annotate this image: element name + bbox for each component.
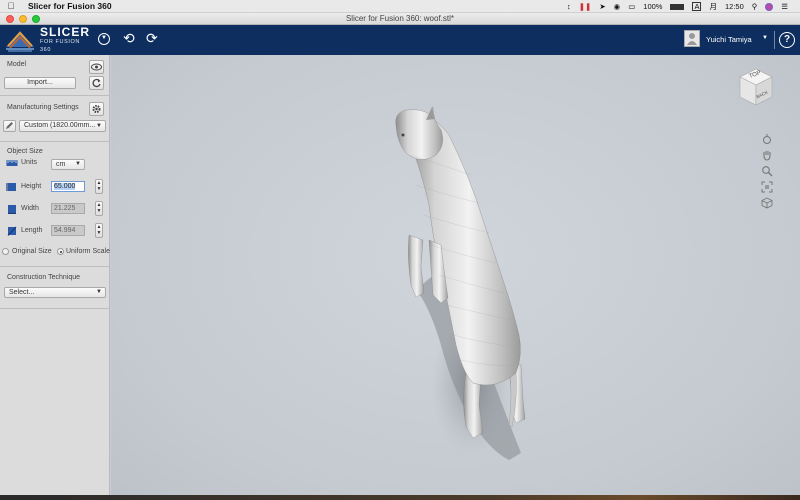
input-source-indicator[interactable]: A <box>692 2 702 11</box>
machine-profile-value: Custom (1820.00mm... <box>24 122 96 129</box>
panel-divider <box>0 308 110 309</box>
view-cube-toggle-icon[interactable] <box>761 197 773 209</box>
width-dimension-icon <box>8 205 16 214</box>
battery-icon[interactable] <box>670 3 685 10</box>
menu-status-area: ↕ ❚❚ ➤ ◉ ▭ 100% A 月 12:50 ⚲ ☰ <box>567 0 800 13</box>
units-label: Units <box>21 159 37 166</box>
pan-hand-icon[interactable] <box>761 149 773 161</box>
pause-status-icon[interactable]: ❚❚ <box>579 2 592 11</box>
manufacturing-section: Manufacturing Settings Custom (1820.00mm… <box>0 96 110 139</box>
edit-pencil-button[interactable] <box>3 120 16 132</box>
height-label: Height <box>21 183 42 190</box>
view-cube[interactable]: TOP BACK <box>736 67 776 107</box>
wifi-icon[interactable]: ◉ <box>614 2 621 11</box>
chevron-down-icon: ▼ <box>96 289 102 295</box>
app-header: SLICER FOR FUSION 360 ▼ ⟲ ⟳ Yuichi Tamiy… <box>0 25 800 55</box>
redo-icon[interactable]: ⟳ <box>146 30 158 47</box>
model-section: Model Import... <box>0 55 110 95</box>
location-status-icon[interactable]: ➤ <box>599 2 605 11</box>
help-button[interactable]: ? <box>779 32 795 48</box>
length-stepper[interactable]: ▲ ▼ <box>95 223 103 238</box>
original-size-radio[interactable] <box>2 248 9 255</box>
menu-date[interactable]: 月 <box>709 1 717 12</box>
macos-menu-bar:  Slicer for Fusion 360 ↕ ❚❚ ➤ ◉ ▭ 100% … <box>0 0 800 13</box>
user-menu-caret-icon[interactable]: ▼ <box>762 35 768 41</box>
fit-view-icon[interactable] <box>761 181 773 193</box>
units-select[interactable]: cm ▼ <box>51 159 85 170</box>
manufacturing-label: Manufacturing Settings <box>7 104 79 111</box>
object-size-section: Object Size Units cm ▼ Height 65.000 ▲ ▼ … <box>0 142 110 266</box>
width-value: 21.225 <box>54 205 76 212</box>
3d-viewport[interactable]: TOP BACK <box>111 55 800 500</box>
ruler-icon <box>6 160 18 166</box>
apple-menu-icon[interactable]:  <box>0 1 22 11</box>
construction-technique-select[interactable]: Select... ▼ <box>4 287 106 298</box>
chevron-down-icon: ▼ <box>75 161 81 167</box>
length-dimension-icon <box>7 226 17 236</box>
visibility-toggle-button[interactable] <box>89 60 104 74</box>
header-divider <box>774 31 775 49</box>
dock-edge-strip <box>0 495 800 500</box>
width-stepper[interactable]: ▲ ▼ <box>95 201 103 216</box>
manufacturing-settings-gear-button[interactable] <box>89 102 104 116</box>
window-title-bar: Slicer for Fusion 360: woof.stl* <box>0 13 800 25</box>
user-name[interactable]: Yuichi Tamiya <box>706 35 752 44</box>
length-value: 54.994 <box>54 227 76 234</box>
app-menu-name[interactable]: Slicer for Fusion 360 <box>28 1 112 11</box>
height-stepper[interactable]: ▲ ▼ <box>95 179 103 194</box>
import-button[interactable]: Import... <box>4 77 76 89</box>
window-title: Slicer for Fusion 360: woof.stl* <box>345 14 455 23</box>
construction-technique-value: Select... <box>9 289 35 296</box>
length-label: Length <box>21 227 43 234</box>
height-input[interactable]: 65.000 <box>51 181 85 192</box>
slicer-logo-text: SLICER FOR FUSION 360 <box>40 26 92 54</box>
dog-model[interactable] <box>111 55 800 500</box>
original-size-label[interactable]: Original Size <box>12 248 52 255</box>
uniform-scale-label[interactable]: Uniform Scale <box>66 248 110 255</box>
upload-status-icon[interactable]: ↕ <box>567 2 571 11</box>
model-head <box>395 106 443 160</box>
length-input[interactable]: 54.994 <box>51 225 85 236</box>
app-menu-dropdown-icon[interactable]: ▼ <box>98 33 110 45</box>
airplay-icon[interactable]: ▭ <box>628 2 635 11</box>
spotlight-icon[interactable]: ⚲ <box>752 2 758 11</box>
machine-profile-select[interactable]: Custom (1820.00mm... ▼ <box>19 120 106 132</box>
height-dimension-icon <box>6 183 16 191</box>
view-navigation-toolbar <box>759 133 775 215</box>
units-value: cm <box>56 161 66 168</box>
chevron-down-icon: ▼ <box>96 123 102 129</box>
object-size-label: Object Size <box>7 148 43 155</box>
construction-section: Construction Technique Select... ▼ <box>0 267 110 307</box>
uniform-scale-radio[interactable] <box>57 248 64 255</box>
construction-label: Construction Technique <box>7 274 81 281</box>
slicer-logo: SLICER FOR FUSION 360 <box>4 26 92 54</box>
logo-line1: SLICER <box>40 25 91 39</box>
model-label: Model <box>7 61 27 68</box>
user-avatar[interactable] <box>684 30 700 47</box>
menu-time[interactable]: 12:50 <box>725 2 744 11</box>
settings-panel: Model Import... Manufacturing Settings C… <box>0 55 110 500</box>
model-eye <box>401 133 405 137</box>
notification-center-icon[interactable]: ☰ <box>781 2 788 11</box>
slicer-logo-mark-icon <box>4 27 36 53</box>
siri-icon[interactable] <box>765 2 774 11</box>
model-front-leg-left <box>408 234 425 298</box>
battery-percent[interactable]: 100% <box>643 2 662 11</box>
refresh-button[interactable] <box>89 76 104 90</box>
logo-line2: FOR FUSION 360 <box>40 39 80 53</box>
orbit-icon[interactable] <box>761 133 773 145</box>
width-input[interactable]: 21.225 <box>51 203 85 214</box>
width-label: Width <box>21 205 39 212</box>
zoom-magnifier-icon[interactable] <box>761 165 773 177</box>
height-value: 65.000 <box>54 183 76 190</box>
undo-icon[interactable]: ⟲ <box>123 30 135 47</box>
